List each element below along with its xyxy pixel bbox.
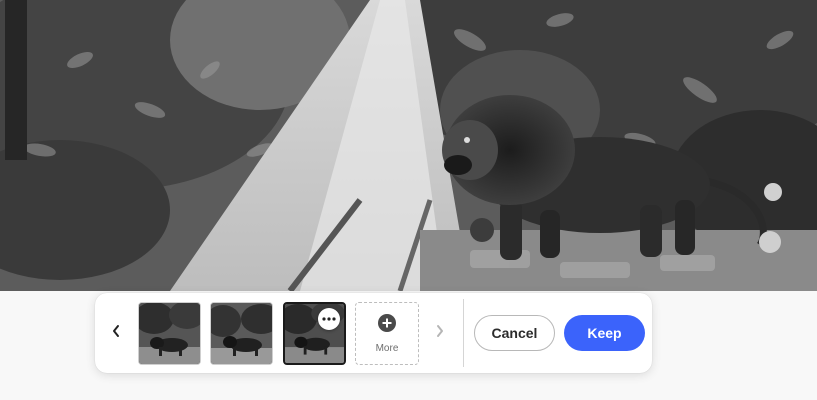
next-variations-button[interactable] (428, 321, 452, 345)
more-label: More (375, 342, 399, 354)
chevron-left-icon (111, 324, 121, 343)
divider (463, 299, 464, 367)
more-options-icon (322, 317, 336, 321)
variation-1-image (139, 303, 200, 364)
cancel-button[interactable]: Cancel (474, 315, 555, 351)
more-variations-button[interactable]: More (355, 302, 419, 365)
jungle-lion-image (0, 0, 817, 291)
variation-thumbnail-2[interactable] (210, 302, 273, 365)
variation-thumbnail-3[interactable] (283, 302, 346, 365)
plus-circle-icon (378, 313, 396, 337)
variation-thumbnail-1[interactable] (138, 302, 201, 365)
keep-button[interactable]: Keep (564, 315, 645, 351)
chevron-right-icon (435, 324, 445, 343)
variation-2-image (211, 303, 272, 364)
variation-options-button[interactable] (318, 308, 340, 330)
generated-image-canvas (0, 0, 817, 291)
previous-variations-button[interactable] (104, 321, 128, 345)
variations-panel: More Cancel Keep (95, 293, 652, 373)
